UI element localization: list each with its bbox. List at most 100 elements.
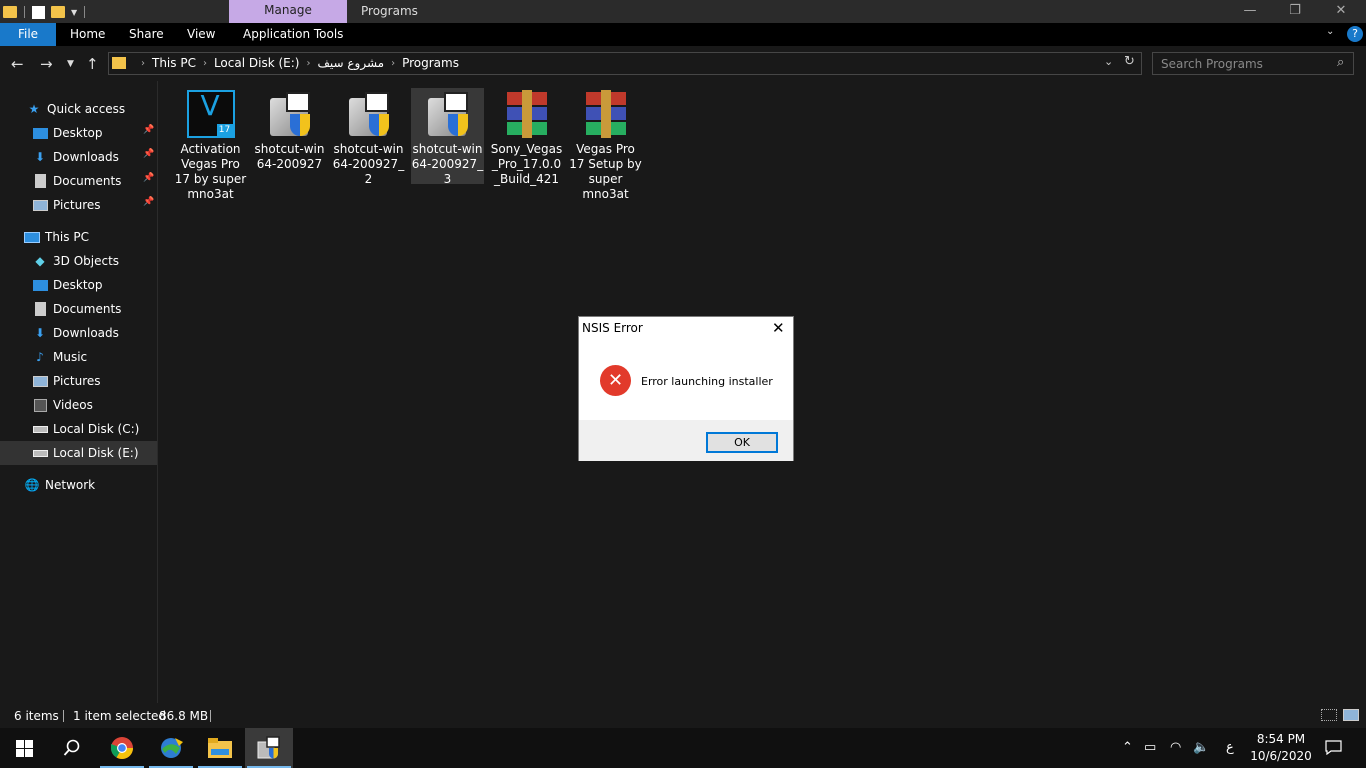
breadcrumb: › This PC › Local Disk (E:) › مشروع سيف … <box>109 56 459 70</box>
file-item[interactable]: shotcut-win64-200927 <box>253 88 326 172</box>
dialog-message: Error launching installer <box>641 375 773 388</box>
windows-start-icon[interactable] <box>0 728 48 768</box>
help-icon[interactable]: ? <box>1347 26 1363 42</box>
star-icon: ★ <box>28 102 40 116</box>
vegas-icon: V 17 <box>186 90 235 138</box>
nav-this-pc[interactable]: This PC <box>0 225 157 249</box>
breadcrumb-item[interactable]: مشروع سيف <box>317 56 384 70</box>
internet-download-manager-icon[interactable] <box>147 728 195 768</box>
nav-pictures[interactable]: Pictures <box>0 369 157 393</box>
nav-desktop[interactable]: Desktop 📌 <box>0 121 157 145</box>
nav-network[interactable]: 🌐 Network <box>0 473 157 497</box>
tab-home[interactable]: Home <box>70 23 105 46</box>
item-count: 6 items <box>14 709 59 723</box>
notifications-icon[interactable] <box>1325 728 1342 768</box>
manage-context-tab[interactable]: Manage <box>229 0 347 23</box>
tab-application-tools[interactable]: Application Tools <box>243 23 343 46</box>
minimize-button[interactable]: — <box>1227 0 1273 23</box>
drive-icon <box>32 446 48 460</box>
file-item[interactable]: Sony_Vegas_Pro_17.0.0_Build_421 <box>490 88 563 187</box>
nav-documents[interactable]: Documents <box>0 297 157 321</box>
ok-button[interactable]: OK <box>706 432 778 453</box>
nav-downloads[interactable]: ⬇ Downloads 📌 <box>0 145 157 169</box>
battery-icon[interactable]: ▭ <box>1144 728 1156 768</box>
chrome-icon[interactable] <box>98 728 146 768</box>
file-item-selected[interactable]: shotcut-win64-200927_3 <box>411 88 484 186</box>
chevron-up-icon[interactable]: ⌃ <box>1122 728 1133 768</box>
file-item[interactable]: Vegas Pro 17 Setup by super mno3at <box>569 88 642 202</box>
nav-downloads[interactable]: ⬇ Downloads <box>0 321 157 345</box>
search-icon: ⌕ <box>1337 55 1345 70</box>
clock-date: 10/6/2020 <box>1250 749 1312 763</box>
details-view-icon[interactable] <box>1321 709 1337 721</box>
breadcrumb-item[interactable]: Programs <box>402 56 459 70</box>
download-icon: ⬇ <box>34 326 46 340</box>
breadcrumb-item[interactable]: Local Disk (E:) <box>214 56 300 70</box>
breadcrumb-item[interactable]: This PC <box>152 56 196 70</box>
winrar-archive-icon <box>582 90 630 138</box>
nav-videos[interactable]: Videos <box>0 393 157 417</box>
up-arrow-icon[interactable]: ↑ <box>86 55 99 73</box>
refresh-icon[interactable]: ↻ <box>1124 54 1135 69</box>
tab-file[interactable]: File <box>0 23 56 46</box>
installer-taskbar-icon[interactable] <box>245 728 293 768</box>
network-icon: 🌐 <box>24 478 40 492</box>
back-arrow-icon[interactable]: ← <box>11 55 24 73</box>
nav-documents[interactable]: Documents 📌 <box>0 169 157 193</box>
chevron-down-icon[interactable]: ⌄ <box>1326 26 1334 37</box>
desktop-icon <box>32 278 48 292</box>
nav-local-disk-c[interactable]: Local Disk (C:) <box>0 417 157 441</box>
address-dropdown-icon[interactable]: ⌄ <box>1104 55 1113 68</box>
divider <box>210 710 211 722</box>
file-name: shotcut-win64-200927_2 <box>332 142 405 186</box>
folder-icon <box>3 6 17 18</box>
nav-pictures[interactable]: Pictures 📌 <box>0 193 157 217</box>
breadcrumb-separator: › <box>306 57 311 69</box>
properties-icon[interactable] <box>32 5 45 19</box>
new-folder-icon[interactable] <box>51 6 65 18</box>
taskbar: ⌃ ▭ ◠ 🔈 ع 8:54 PM 10/6/2020 <box>0 728 1366 768</box>
tab-view[interactable]: View <box>187 23 215 46</box>
customize-toolbar-icon[interactable]: ▼ <box>71 8 77 17</box>
nav-music[interactable]: ♪ Music <box>0 345 157 369</box>
nav-label: Desktop <box>53 126 103 140</box>
breadcrumb-separator: › <box>202 57 207 69</box>
nav-quick-access[interactable]: ★ Quick access <box>0 97 157 121</box>
recent-locations-icon[interactable]: ▼ <box>67 59 74 69</box>
search-icon[interactable] <box>48 728 96 768</box>
tab-share[interactable]: Share <box>129 23 164 46</box>
divider <box>84 6 86 18</box>
large-icons-view-icon[interactable] <box>1343 709 1359 721</box>
clock[interactable]: 8:54 PM 10/6/2020 <box>1250 731 1312 765</box>
dialog-footer: OK <box>579 420 793 461</box>
picture-icon <box>32 374 48 388</box>
close-window-button[interactable]: ✕ <box>1318 0 1364 23</box>
forward-arrow-icon[interactable]: → <box>40 55 53 73</box>
nav-label: This PC <box>45 230 89 244</box>
search-input[interactable]: Search Programs ⌕ <box>1152 52 1354 75</box>
file-item[interactable]: shotcut-win64-200927_2 <box>332 88 405 187</box>
nav-label: 3D Objects <box>53 254 120 268</box>
nav-local-disk-e[interactable]: Local Disk (E:) <box>0 441 157 465</box>
breadcrumb-separator: › <box>391 57 396 69</box>
music-icon: ♪ <box>36 350 44 364</box>
restore-button[interactable]: ❐ <box>1272 0 1318 23</box>
pin-icon: 📌 <box>143 149 155 159</box>
file-name: shotcut-win64-200927_3 <box>411 142 484 186</box>
video-icon <box>32 398 48 412</box>
wifi-icon[interactable]: ◠ <box>1170 728 1181 768</box>
address-field[interactable]: › This PC › Local Disk (E:) › مشروع سيف … <box>108 52 1142 75</box>
input-language-indicator[interactable]: ع <box>1226 728 1234 768</box>
nav-desktop[interactable]: Desktop <box>0 273 157 297</box>
cube-icon: ◆ <box>35 254 45 268</box>
volume-icon[interactable]: 🔈 <box>1193 728 1209 768</box>
selection-count: 1 item selected <box>73 709 167 723</box>
window-title: Programs <box>361 4 418 18</box>
installer-icon <box>266 90 314 138</box>
nav-3d-objects[interactable]: ◆ 3D Objects <box>0 249 157 273</box>
close-icon[interactable]: ✕ <box>772 319 785 337</box>
file-item[interactable]: V 17 Activation Vegas Pro 17 by super mn… <box>174 88 247 202</box>
pin-icon: 📌 <box>143 197 155 207</box>
installer-icon <box>345 90 393 138</box>
file-explorer-icon[interactable] <box>196 728 244 768</box>
